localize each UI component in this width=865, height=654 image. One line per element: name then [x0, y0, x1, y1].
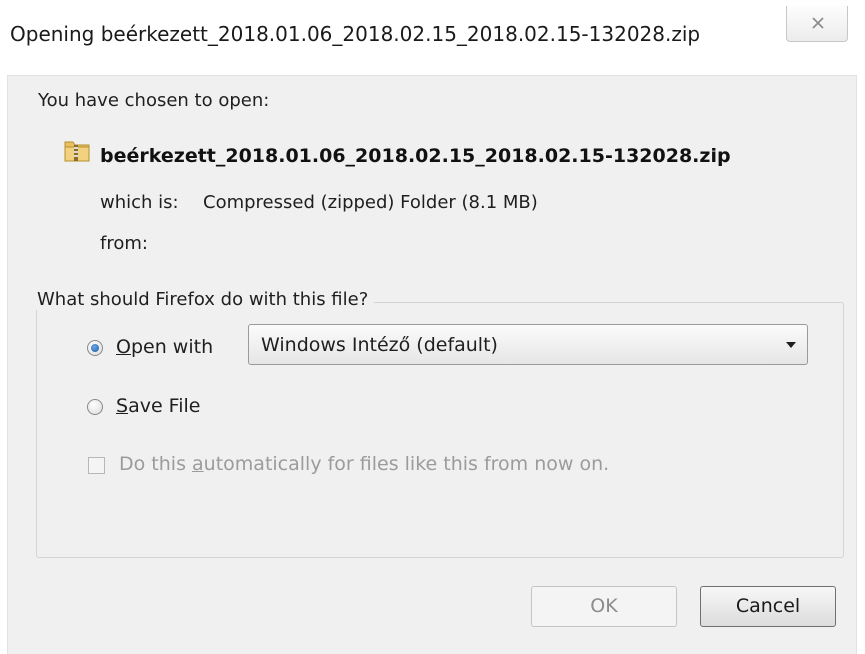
ok-button[interactable]: OK — [531, 586, 677, 627]
intro-text: You have chosen to open: — [38, 90, 270, 111]
cancel-button[interactable]: Cancel — [700, 586, 836, 627]
open-with-label[interactable]: Open with — [116, 336, 213, 358]
open-with-accel: O — [116, 336, 131, 358]
which-is-label: which is: — [100, 192, 179, 213]
open-with-radio[interactable] — [87, 340, 103, 356]
action-group-legend: What should Firefox do with this file? — [31, 289, 375, 310]
window-title: Opening beérkezett_2018.01.06_2018.02.15… — [10, 22, 701, 46]
file-name: beérkezett_2018.01.06_2018.02.15_2018.02… — [100, 145, 731, 167]
auto-action-accel: a — [192, 453, 204, 475]
auto-action-checkbox[interactable] — [88, 457, 105, 474]
save-file-text: ave File — [128, 395, 201, 417]
download-dialog-window: Opening beérkezett_2018.01.06_2018.02.15… — [0, 0, 865, 654]
auto-action-pre: Do this — [119, 453, 193, 475]
auto-action-post: utomatically for files like this from no… — [203, 453, 610, 475]
titlebar: Opening beérkezett_2018.01.06_2018.02.15… — [0, 0, 865, 75]
open-with-text: pen with — [130, 336, 214, 358]
file-type-value: Compressed (zipped) Folder (8.1 MB) — [203, 192, 538, 213]
from-label: from: — [100, 233, 148, 254]
close-button[interactable] — [786, 6, 848, 42]
save-file-label[interactable]: Save File — [116, 395, 200, 417]
close-icon — [812, 17, 824, 29]
dialog-body: You have chosen to open: beérkezett_2018… — [7, 75, 857, 654]
save-file-accel: S — [116, 395, 129, 417]
action-groupbox: What should Firefox do with this file? O… — [31, 289, 844, 558]
dropdown-arrow-icon — [786, 342, 796, 348]
auto-action-label[interactable]: Do this automatically for files like thi… — [119, 453, 609, 475]
zip-folder-icon — [64, 141, 90, 162]
save-file-radio[interactable] — [87, 399, 103, 415]
application-select-value: Windows Intéző (default) — [261, 334, 498, 356]
application-select[interactable]: Windows Intéző (default) — [248, 324, 808, 365]
